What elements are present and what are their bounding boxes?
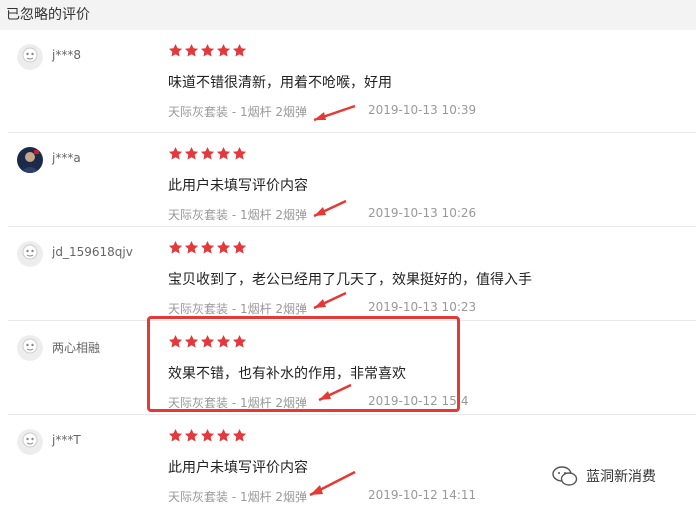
star-icon — [200, 146, 215, 160]
star-icon — [184, 43, 199, 57]
review-text: 此用户未填写评价内容 — [168, 178, 308, 194]
review-text: 此用户未填写评价内容 — [168, 460, 308, 476]
review-username[interactable]: j***a — [52, 151, 81, 165]
review-username[interactable]: j***T — [52, 433, 81, 447]
user-photo-icon — [17, 147, 43, 173]
review-date: 2019-10-12 14:11 — [368, 488, 477, 502]
star-icon — [216, 240, 231, 254]
review-product: 天际灰套装 - 1烟杆 2烟弹 — [168, 105, 308, 119]
star-icon — [168, 240, 183, 254]
annotation-arrow-icon — [313, 199, 347, 218]
default-avatar-icon — [17, 429, 43, 455]
star-icon — [168, 428, 183, 442]
star-rating — [168, 43, 248, 61]
review-date: 2019-10-13 10:39 — [368, 103, 477, 117]
star-rating — [168, 428, 248, 446]
review-date: 2019-10-13 10:26 — [368, 206, 477, 220]
star-icon — [200, 428, 215, 442]
annotation-arrow-icon — [309, 470, 356, 497]
ignored-reviews-header: 已忽略的评价 — [0, 0, 696, 30]
default-avatar-icon — [17, 44, 43, 70]
watermark-text: 蓝洞新消费 — [586, 469, 656, 485]
star-icon — [232, 240, 247, 254]
review-username[interactable]: 两心相融 — [52, 339, 100, 356]
star-icon — [232, 428, 247, 442]
review-item: j***a 此用户未填写评价内容 天际灰套装 - 1烟杆 2烟弹 2019-10… — [8, 133, 696, 227]
star-icon — [184, 240, 199, 254]
review-username[interactable]: jd_159618qjv — [52, 245, 133, 259]
star-icon — [200, 240, 215, 254]
annotation-arrow-icon — [313, 291, 347, 310]
star-icon — [216, 428, 231, 442]
star-icon — [184, 428, 199, 442]
star-icon — [200, 43, 215, 57]
highlight-annotation-box — [147, 316, 460, 412]
review-text: 宝贝收到了，老公已经用了几天了，效果挺好的，值得入手 — [168, 272, 532, 288]
wechat-icon — [552, 466, 578, 486]
header-title: 已忽略的评价 — [6, 7, 90, 23]
default-avatar-icon — [17, 241, 43, 267]
review-date: 2019-10-13 10:23 — [368, 300, 477, 314]
review-username[interactable]: j***8 — [52, 48, 81, 62]
star-icon — [232, 43, 247, 57]
star-icon — [168, 146, 183, 160]
watermark: 蓝洞新消费 — [552, 465, 656, 487]
default-avatar-icon — [17, 335, 43, 361]
review-text: 味道不错很清新，用着不呛喉，好用 — [168, 75, 392, 91]
review-item: jd_159618qjv 宝贝收到了，老公已经用了几天了，效果挺好的，值得入手 … — [8, 227, 696, 321]
star-icon — [216, 146, 231, 160]
star-icon — [232, 146, 247, 160]
annotation-arrow-icon — [313, 104, 356, 122]
star-icon — [168, 43, 183, 57]
star-rating — [168, 240, 248, 258]
star-icon — [216, 43, 231, 57]
star-icon — [184, 146, 199, 160]
star-rating — [168, 146, 248, 164]
review-product: 天际灰套装 - 1烟杆 2烟弹 — [168, 208, 308, 222]
review-product: 天际灰套装 - 1烟杆 2烟弹 — [168, 302, 308, 316]
review-product: 天际灰套装 - 1烟杆 2烟弹 — [168, 490, 308, 504]
